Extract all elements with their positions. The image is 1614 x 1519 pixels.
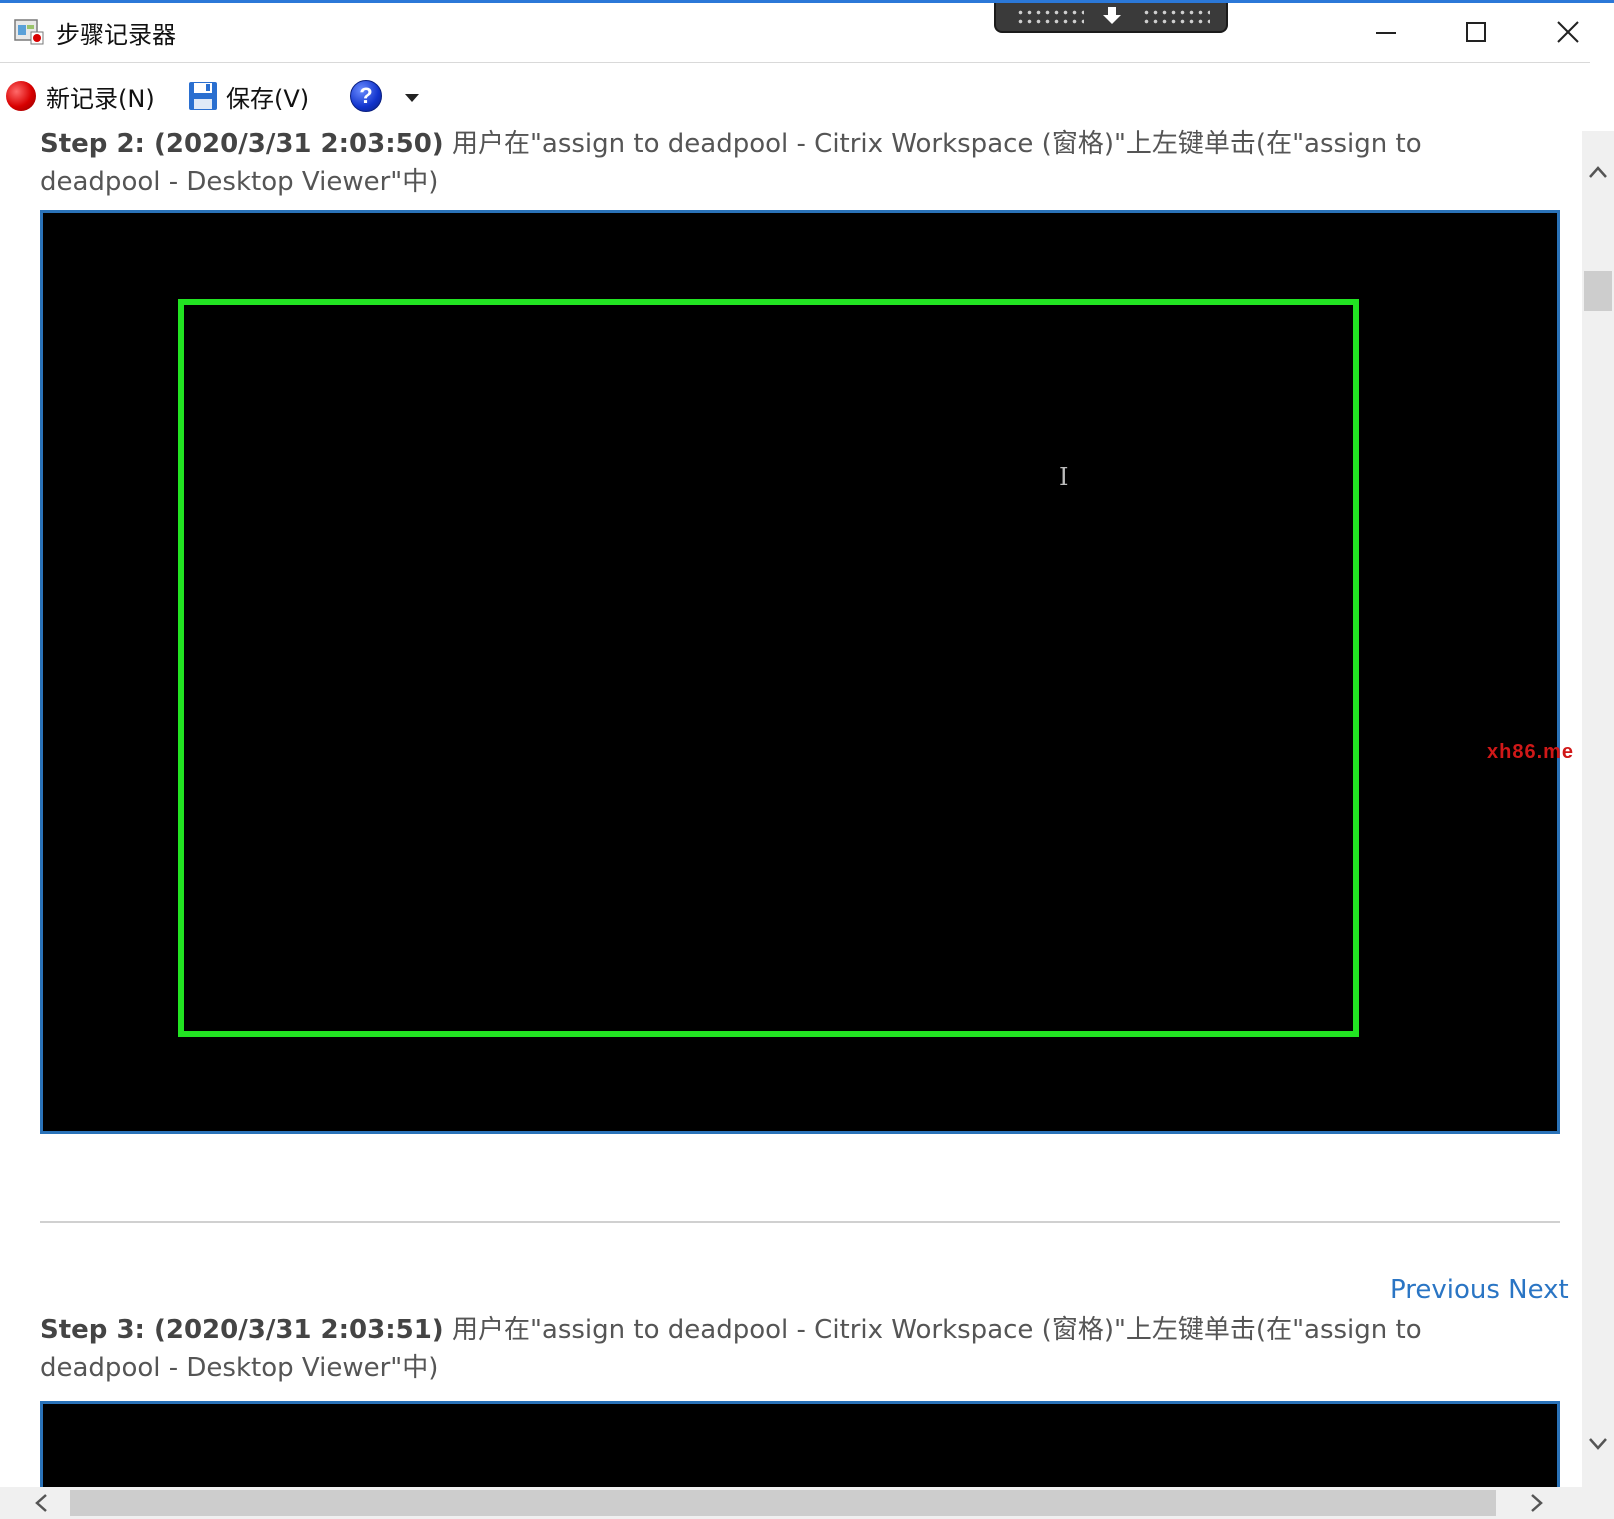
- save-button[interactable]: 保存(V): [188, 79, 309, 113]
- horizontal-scroll-thumb[interactable]: [70, 1490, 1496, 1516]
- new-record-label: 新记录(N): [46, 84, 155, 113]
- floppy-disk-icon: [189, 82, 217, 110]
- remote-session-bar[interactable]: [994, 3, 1228, 33]
- click-highlight-box: [178, 299, 1359, 1037]
- window-title: 步骤记录器: [56, 21, 176, 49]
- step-navigation: Previous Next: [1390, 1275, 1569, 1305]
- step-3-screenshot: [40, 1401, 1560, 1487]
- previous-link[interactable]: Previous: [1390, 1275, 1500, 1305]
- scroll-left-icon[interactable]: [34, 1493, 48, 1513]
- steps-recorder-app-icon: [14, 19, 44, 45]
- step-2-heading: Step 2: (2020/3/31 2:03:50) 用户在"assign t…: [40, 125, 1530, 201]
- close-icon: [1557, 21, 1579, 43]
- step-3-label: Step 3: (2020/3/31 2:03:51): [40, 1315, 444, 1345]
- scroll-down-icon[interactable]: [1588, 1437, 1608, 1451]
- step-3-heading: Step 3: (2020/3/31 2:03:51) 用户在"assign t…: [40, 1311, 1530, 1387]
- scroll-right-icon[interactable]: [1530, 1493, 1544, 1513]
- drag-grip-right[interactable]: [1142, 8, 1210, 26]
- vertical-scroll-thumb[interactable]: [1584, 271, 1612, 311]
- save-label: 保存(V): [226, 84, 310, 113]
- record-icon: [6, 81, 36, 111]
- watermark-text: xh86.me: [1487, 741, 1575, 763]
- minimize-button[interactable]: [1356, 7, 1416, 57]
- minimize-icon: [1376, 32, 1396, 34]
- drag-grip-left[interactable]: [1016, 8, 1084, 26]
- vertical-scrollbar[interactable]: [1582, 131, 1614, 1487]
- maximize-button[interactable]: [1446, 7, 1506, 57]
- text-cursor-icon: I: [1059, 463, 1069, 491]
- steps-recorder-window: 步骤记录器 新记录(N) 保存(V) ? Step 2: (2020/3/31 …: [0, 0, 1614, 1519]
- toolbar: 新记录(N) 保存(V) ?: [0, 65, 1590, 125]
- horizontal-scrollbar[interactable]: [0, 1487, 1614, 1519]
- step-divider: [40, 1221, 1560, 1223]
- title-bar: 步骤记录器: [0, 3, 1614, 61]
- help-icon: ?: [350, 80, 382, 112]
- help-button[interactable]: ?: [350, 79, 382, 113]
- next-link[interactable]: Next: [1508, 1275, 1569, 1305]
- title-separator: [0, 62, 1590, 63]
- step-2-label: Step 2: (2020/3/31 2:03:50): [40, 129, 444, 159]
- step-2-screenshot: I: [40, 210, 1560, 1134]
- help-dropdown-arrow-icon[interactable]: [404, 93, 420, 103]
- steps-content: Step 2: (2020/3/31 2:03:50) 用户在"assign t…: [0, 125, 1582, 1487]
- close-button[interactable]: [1538, 7, 1598, 57]
- collapse-arrow-icon[interactable]: [1101, 6, 1123, 26]
- scroll-up-icon[interactable]: [1588, 165, 1608, 179]
- new-record-button[interactable]: 新记录(N): [6, 79, 155, 113]
- maximize-icon: [1466, 22, 1486, 42]
